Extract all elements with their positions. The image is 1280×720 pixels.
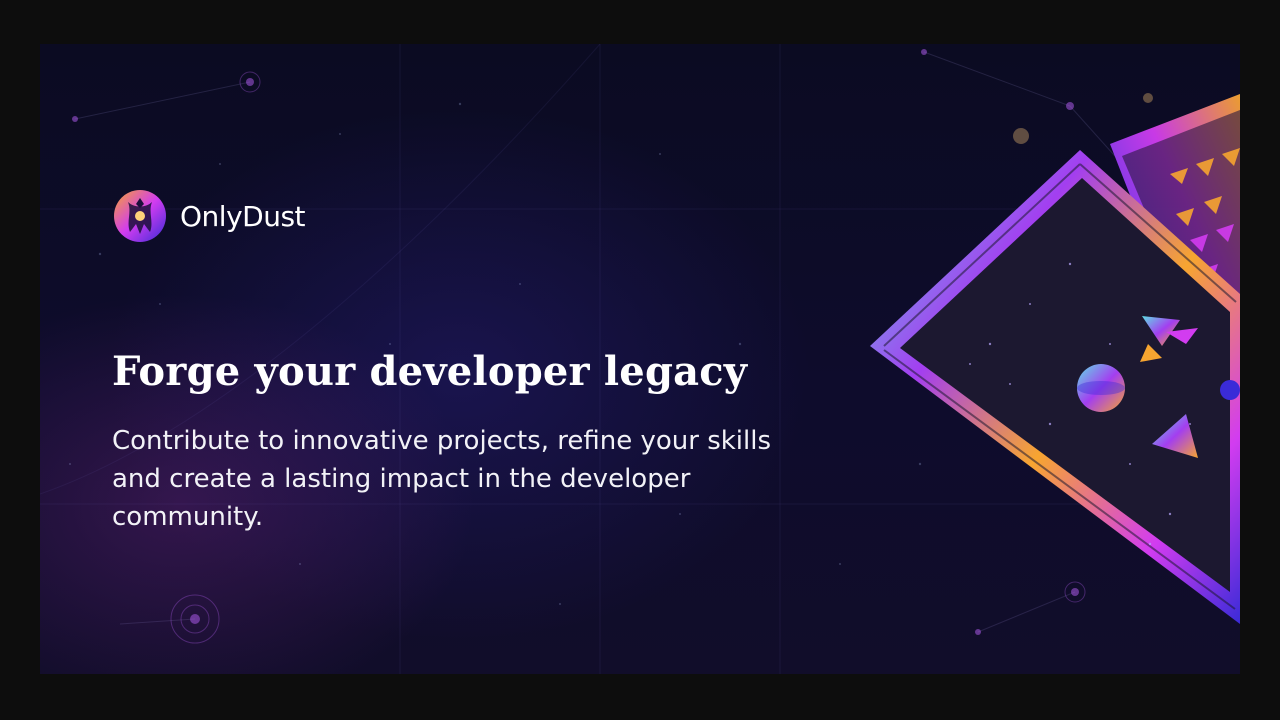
onlydust-logo-icon: [114, 190, 166, 242]
headline: Forge your developer legacy: [112, 348, 748, 395]
banner: OnlyDust Forge your developer legacy Con…: [40, 44, 1240, 674]
brand-name: OnlyDust: [180, 199, 306, 233]
iridescent-cards-illustration: [870, 94, 1240, 624]
brand[interactable]: OnlyDust: [112, 188, 306, 244]
subtext: Contribute to innovative projects, refin…: [112, 426, 772, 532]
